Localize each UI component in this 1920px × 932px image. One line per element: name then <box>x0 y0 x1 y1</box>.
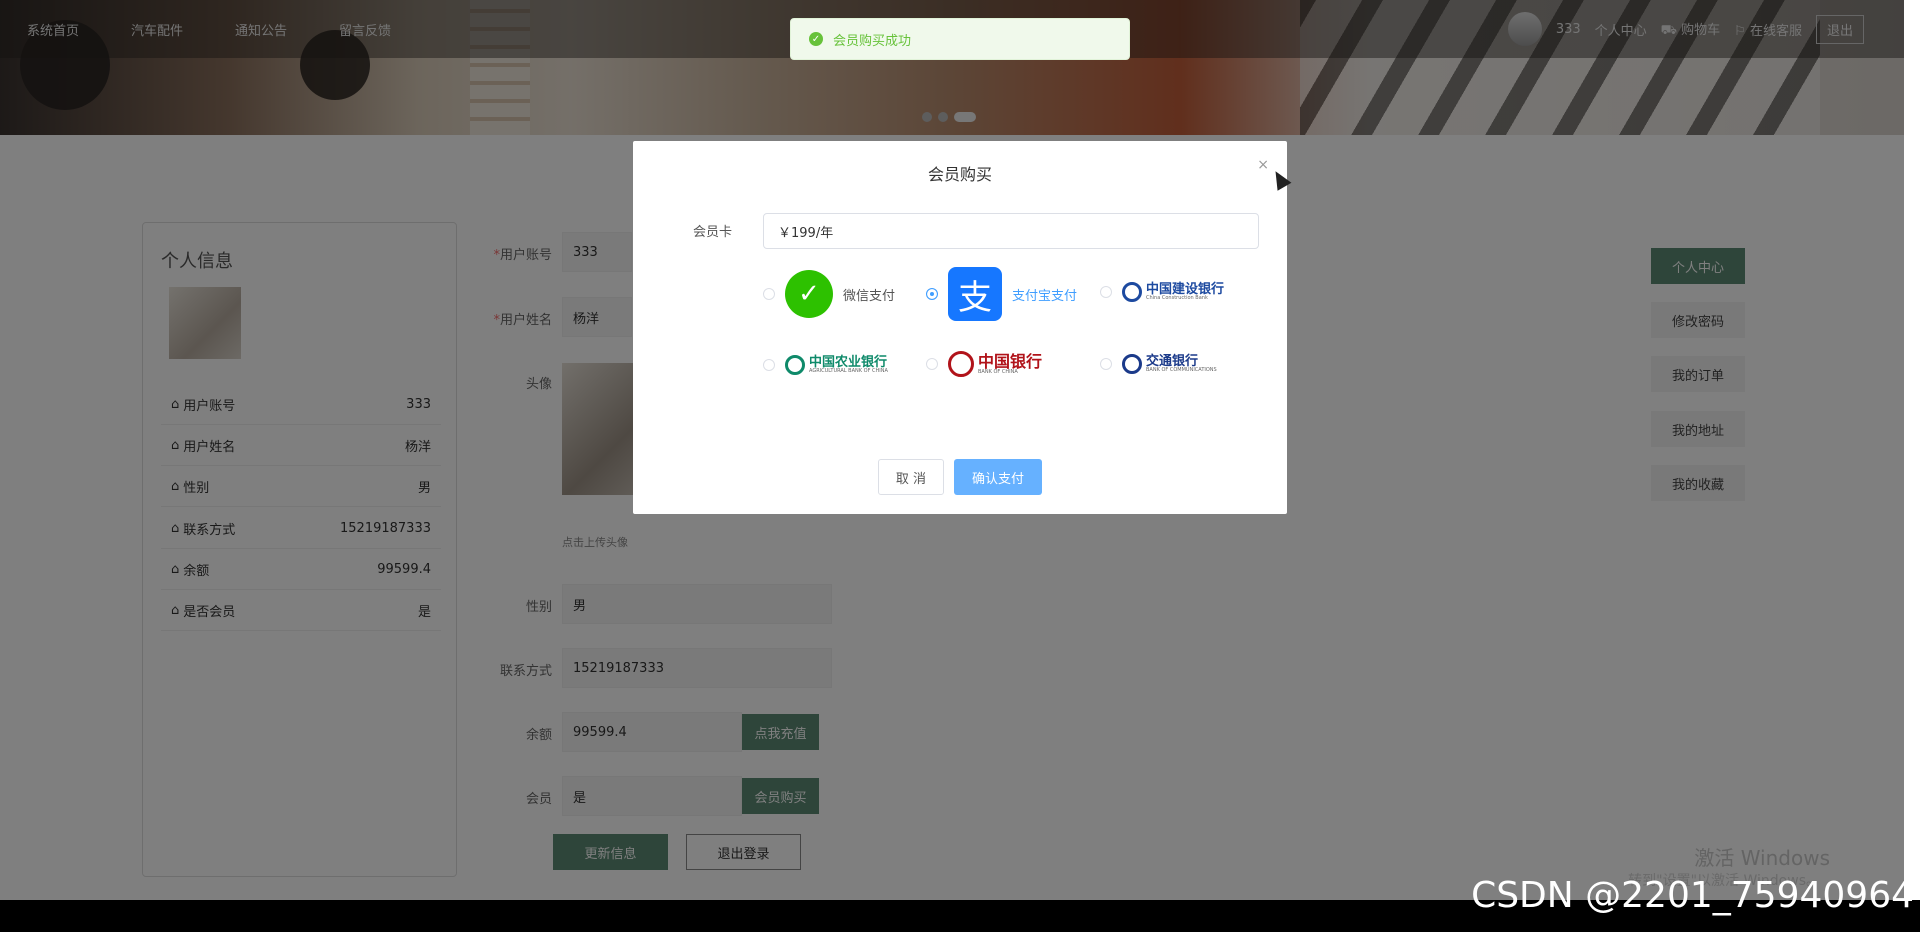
radio-wechat[interactable] <box>763 288 775 300</box>
boc-logo: 中国银行 BANK OF CHINA <box>948 351 1042 377</box>
check-icon: ✓ <box>809 32 823 46</box>
close-icon[interactable]: × <box>1257 157 1269 173</box>
alipay-icon: 支 <box>948 267 1002 321</box>
payment-name: 微信支付 <box>843 288 896 304</box>
radio-ccb[interactable] <box>1100 286 1112 298</box>
bank-text: 中国建设银行 China Construction Bank <box>1146 283 1224 301</box>
radio-alipay[interactable] <box>926 288 938 300</box>
ccb-icon <box>1122 282 1142 302</box>
bank-name-en: China Construction Bank <box>1146 295 1208 301</box>
bocom-icon <box>1122 354 1142 374</box>
bank-name-en: AGRICULTURAL BANK OF CHINA <box>809 368 888 374</box>
bank-name-cn: 中国银行 <box>978 351 1043 371</box>
cancel-button[interactable]: 取 消 <box>878 459 944 495</box>
boc-icon <box>948 351 974 377</box>
wechat-pay-icon: ✓ <box>785 270 833 318</box>
abc-logo: 中国农业银行 AGRICULTURAL BANK OF CHINA <box>785 355 888 375</box>
payment-option-alipay[interactable]: 支 支付宝支付 <box>926 267 1077 321</box>
payment-option-abc[interactable]: 中国农业银行 AGRICULTURAL BANK OF CHINA <box>763 355 888 375</box>
payment-option-boc[interactable]: 中国银行 BANK OF CHINA <box>926 351 1042 377</box>
bank-text: 中国农业银行 AGRICULTURAL BANK OF CHINA <box>809 356 888 374</box>
abc-icon <box>785 355 805 375</box>
toast-message: 会员购买成功 <box>833 33 912 49</box>
dialog-title: 会员购买 <box>927 165 992 184</box>
payment-option-ccb[interactable]: 中国建设银行 China Construction Bank <box>1100 282 1224 302</box>
csdn-watermark: CSDN @2201_75940964 <box>1471 875 1914 916</box>
confirm-pay-button[interactable]: 确认支付 <box>954 459 1042 495</box>
radio-bocom[interactable] <box>1100 358 1112 370</box>
bocom-logo: 交通银行 BANK OF COMMUNICATIONS <box>1122 354 1217 374</box>
payment-name: 支付宝支付 <box>1012 288 1078 304</box>
ccb-logo: 中国建设银行 China Construction Bank <box>1122 282 1224 302</box>
radio-boc[interactable] <box>926 358 938 370</box>
payment-option-bocom[interactable]: 交通银行 BANK OF COMMUNICATIONS <box>1100 354 1217 374</box>
bank-name-en: BANK OF COMMUNICATIONS <box>1146 367 1217 373</box>
member-purchase-dialog: 会员购买 × 会员卡 ￥199/年 ✓ 微信支付 支 支付宝支付 中国建设银行 C… <box>633 141 1287 514</box>
bank-text: 交通银行 BANK OF COMMUNICATIONS <box>1146 355 1217 373</box>
bank-name-en: BANK OF CHINA <box>978 368 1018 375</box>
success-toast: ✓ 会员购买成功 <box>790 18 1130 60</box>
bank-text: 中国银行 BANK OF CHINA <box>978 351 1043 375</box>
payment-option-wechat[interactable]: ✓ 微信支付 <box>763 270 895 318</box>
card-input[interactable]: ￥199/年 <box>763 213 1259 249</box>
radio-abc[interactable] <box>763 359 775 371</box>
card-label: 会员卡 <box>693 225 733 240</box>
